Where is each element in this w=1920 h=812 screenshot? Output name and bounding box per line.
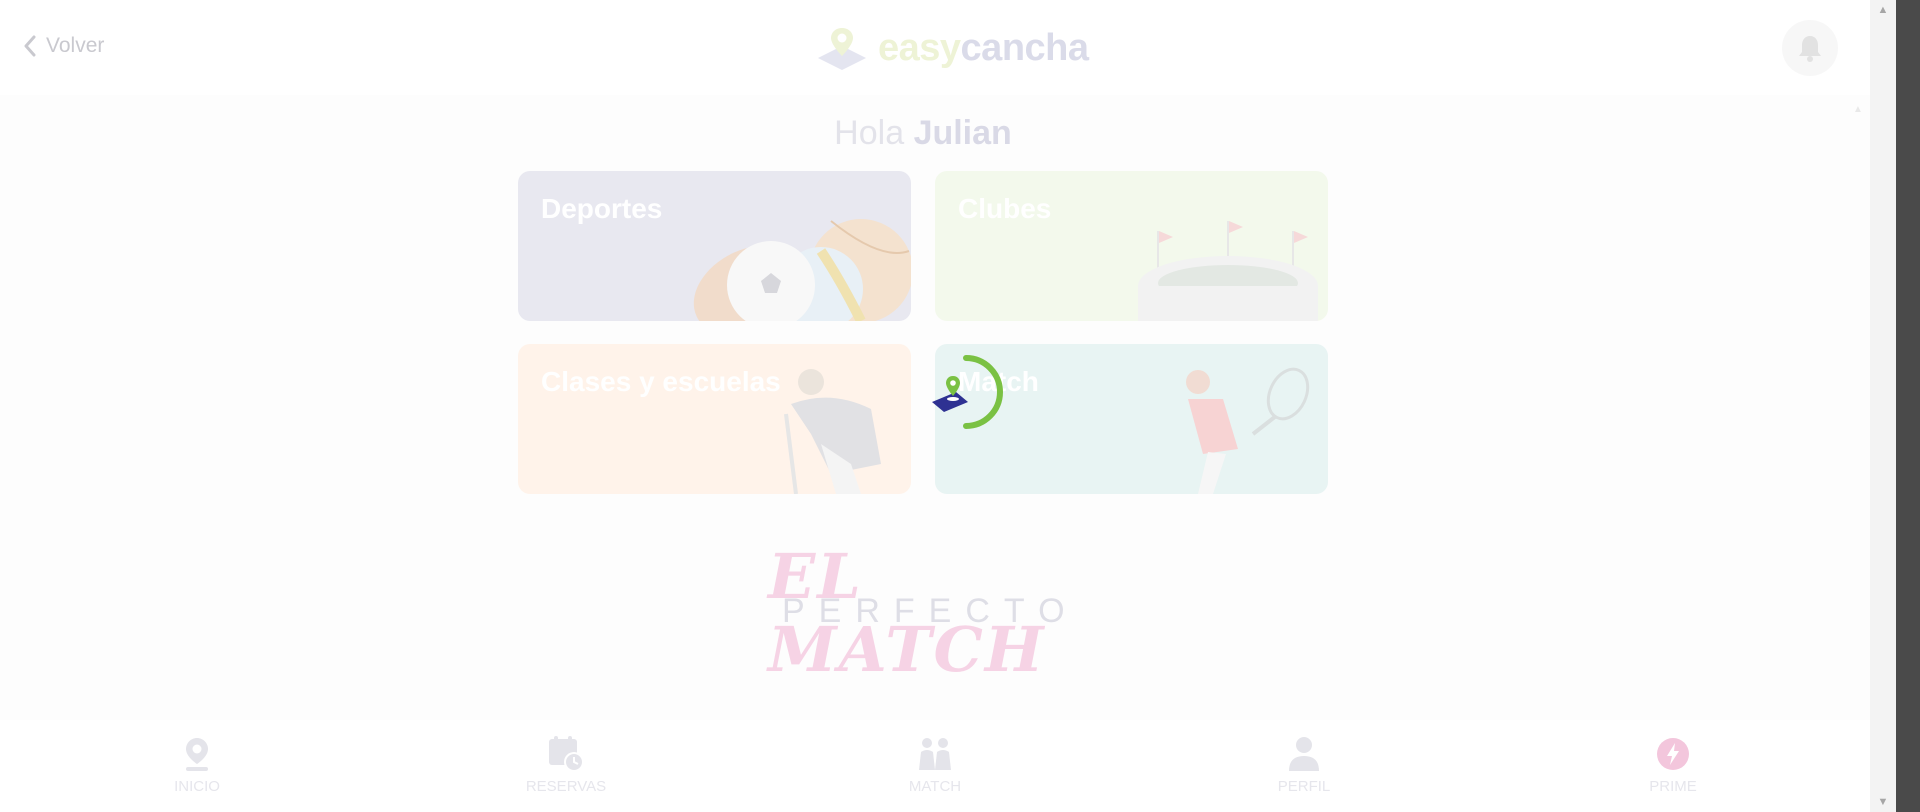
page-scrollbar[interactable]: ▲ ▼ bbox=[1870, 0, 1896, 812]
window-edge bbox=[1896, 0, 1920, 812]
loading-spinner bbox=[932, 355, 1003, 429]
logo-text-easy: easy bbox=[878, 26, 961, 69]
nav-perfil[interactable]: PERFIL bbox=[1224, 734, 1384, 795]
clases-escuelas-card[interactable]: Clases y escuelas bbox=[518, 344, 911, 494]
nav-perfil-label: PERFIL bbox=[1277, 778, 1331, 795]
deportes-card[interactable]: Deportes bbox=[518, 171, 911, 321]
easycancha-logo[interactable]: easycancha bbox=[816, 24, 1089, 72]
greeting-prefix: Hola bbox=[834, 114, 905, 152]
nav-reservas[interactable]: RESERVAS bbox=[486, 734, 646, 795]
scrollbar-thumb[interactable] bbox=[1874, 18, 1892, 794]
deportes-title: Deportes bbox=[541, 193, 663, 224]
promo-subtitle: PERFECTO bbox=[782, 592, 1079, 630]
scroll-down-arrow-icon[interactable]: ▼ bbox=[1870, 794, 1896, 810]
inner-scroll-up-icon[interactable]: ▲ bbox=[1852, 104, 1864, 116]
map-pin-icon bbox=[186, 738, 208, 771]
app-window: Volver easycancha ▲ Hola Julian Deportes… bbox=[0, 0, 1870, 812]
clubes-title: Clubes bbox=[958, 193, 1052, 224]
back-label: Volver bbox=[46, 34, 105, 57]
stadium-illustration bbox=[1138, 221, 1318, 321]
bell-icon bbox=[1799, 36, 1821, 62]
logo-text-cancha: cancha bbox=[960, 26, 1089, 69]
top-header: Volver easycancha bbox=[0, 0, 1870, 95]
nav-inicio[interactable]: INICIO bbox=[117, 734, 277, 795]
players-icon bbox=[919, 738, 951, 770]
nav-inicio-label: INICIO bbox=[174, 778, 220, 795]
promo-banner[interactable]: EL MATCH PERFECTO bbox=[760, 540, 1090, 686]
tennis-player-illustration bbox=[1186, 367, 1310, 494]
prime-bolt-icon bbox=[1657, 738, 1689, 770]
person-icon bbox=[1289, 737, 1319, 771]
scroll-up-arrow-icon[interactable]: ▲ bbox=[1870, 2, 1896, 18]
back-button[interactable]: Volver bbox=[22, 34, 104, 58]
clases-title: Clases y escuelas bbox=[541, 366, 781, 397]
greeting-title: Hola Julian bbox=[0, 114, 1846, 153]
notifications-button[interactable] bbox=[1782, 20, 1838, 76]
sports-balls-illustration bbox=[693, 219, 911, 321]
nav-prime[interactable]: PRIME bbox=[1593, 734, 1753, 795]
nav-match-label: MATCH bbox=[908, 778, 962, 795]
chevron-left-icon bbox=[24, 35, 36, 57]
nav-prime-label: PRIME bbox=[1649, 778, 1697, 795]
calendar-clock-icon bbox=[549, 736, 584, 772]
bottom-navigation: INICIO RESERVAS MATCH PERFIL PRIME bbox=[0, 720, 1870, 812]
nav-match[interactable]: MATCH bbox=[855, 734, 1015, 795]
nav-reservas-label: RESERVAS bbox=[525, 778, 607, 795]
clubes-card[interactable]: Clubes bbox=[935, 171, 1328, 321]
greeting-user-name: Julian bbox=[913, 114, 1012, 152]
logo-pin-icon bbox=[818, 28, 866, 70]
